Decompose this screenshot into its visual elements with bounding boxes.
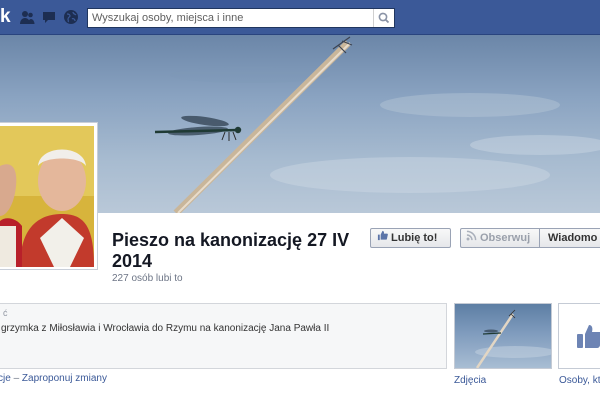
search-button[interactable] [373, 9, 394, 27]
thumbs-up-icon [577, 324, 600, 353]
people-label[interactable]: Osoby, kt [559, 375, 600, 386]
search-input[interactable] [92, 10, 372, 26]
thumbs-up-icon [377, 229, 388, 247]
photos-tile[interactable] [454, 303, 552, 369]
message-button-label: Wiadomo [548, 232, 598, 244]
about-info-link[interactable]: cje [0, 373, 11, 384]
top-navigation-bar: k [0, 0, 600, 35]
follow-button-label: Obserwuj [480, 232, 531, 244]
profile-picture[interactable] [0, 122, 98, 270]
profile-picture-image [0, 126, 94, 267]
message-button[interactable]: Wiadomo [539, 228, 600, 248]
rss-icon [466, 229, 477, 247]
like-button-label: Lubię to! [391, 232, 438, 244]
about-box: ć grzymka z Miłosławia i Wrocławia do Rz… [0, 303, 447, 369]
messages-icon[interactable] [41, 9, 57, 25]
like-button[interactable]: Lubię to! [370, 228, 451, 248]
search-box [87, 8, 395, 28]
people-tile[interactable] [558, 303, 600, 369]
facebook-logo[interactable]: k [0, 6, 11, 28]
notifications-globe-icon[interactable] [63, 9, 79, 25]
page-title: Pieszo na kanonizację 27 IV 2014 [112, 230, 350, 271]
follow-button[interactable]: Obserwuj [460, 228, 539, 248]
about-title: ć [3, 308, 8, 318]
about-description: grzymka z Miłosławia i Wrocławia do Rzym… [1, 323, 330, 334]
suggest-edits-link[interactable]: Zaproponuj zmiany [22, 373, 107, 384]
about-links: cje – Zaproponuj zmiany [0, 373, 107, 384]
magnifier-icon [378, 12, 390, 24]
photos-thumbnail-image [475, 309, 551, 368]
friend-requests-icon[interactable] [19, 9, 35, 25]
photos-label[interactable]: Zdjęcia [454, 375, 486, 386]
link-separator: – [13, 373, 20, 384]
likes-count[interactable]: 227 osób lubi to [112, 273, 183, 284]
